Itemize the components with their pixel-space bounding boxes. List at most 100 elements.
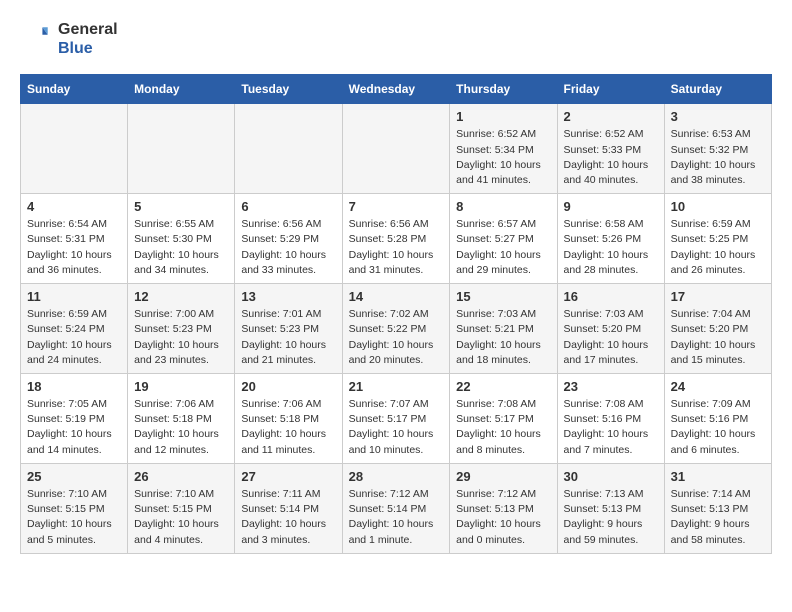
calendar-cell: 15 Sunrise: 7:03 AM Sunset: 5:21 PM Dayli… xyxy=(450,284,557,374)
header-wednesday: Wednesday xyxy=(342,75,450,104)
calendar-cell xyxy=(21,104,128,194)
logo: General Blue xyxy=(20,20,118,58)
calendar-cell: 16 Sunrise: 7:03 AM Sunset: 5:20 PM Dayli… xyxy=(557,284,664,374)
header-thursday: Thursday xyxy=(450,75,557,104)
day-info: Sunrise: 7:07 AM Sunset: 5:17 PM Dayligh… xyxy=(349,397,444,458)
logo-general: General xyxy=(58,20,118,39)
calendar-cell: 7 Sunrise: 6:56 AM Sunset: 5:28 PM Daylig… xyxy=(342,194,450,284)
calendar-week-row: 1 Sunrise: 6:52 AM Sunset: 5:34 PM Daylig… xyxy=(21,104,772,194)
day-number: 6 xyxy=(241,199,335,214)
day-info: Sunrise: 6:58 AM Sunset: 5:26 PM Dayligh… xyxy=(564,217,658,278)
calendar-cell: 14Sunrise: 7:02 AM Sunset: 5:22 PM Dayli… xyxy=(342,284,450,374)
day-number: 13 xyxy=(241,289,335,304)
calendar-cell: 3 Sunrise: 6:53 AM Sunset: 5:32 PM Daylig… xyxy=(664,104,771,194)
calendar-cell: 26Sunrise: 7:10 AM Sunset: 5:15 PM Dayli… xyxy=(128,463,235,553)
header-saturday: Saturday xyxy=(664,75,771,104)
calendar-cell: 19 Sunrise: 7:06 AM Sunset: 5:18 PM Dayli… xyxy=(128,374,235,464)
day-number: 17 xyxy=(671,289,765,304)
calendar-cell: 24 Sunrise: 7:09 AM Sunset: 5:16 PM Dayli… xyxy=(664,374,771,464)
calendar-cell: 22 Sunrise: 7:08 AM Sunset: 5:17 PM Dayli… xyxy=(450,374,557,464)
calendar-cell: 28Sunrise: 7:12 AM Sunset: 5:14 PM Dayli… xyxy=(342,463,450,553)
calendar-cell: 27 Sunrise: 7:11 AM Sunset: 5:14 PM Dayli… xyxy=(235,463,342,553)
day-info: Sunrise: 6:52 AM Sunset: 5:33 PM Dayligh… xyxy=(564,127,658,188)
calendar-cell: 11Sunrise: 6:59 AM Sunset: 5:24 PM Dayli… xyxy=(21,284,128,374)
day-info: Sunrise: 7:06 AM Sunset: 5:18 PM Dayligh… xyxy=(241,397,335,458)
header-monday: Monday xyxy=(128,75,235,104)
calendar-cell: 10Sunrise: 6:59 AM Sunset: 5:25 PM Dayli… xyxy=(664,194,771,284)
day-number: 23 xyxy=(564,379,658,394)
day-number: 29 xyxy=(456,469,550,484)
calendar-cell: 30 Sunrise: 7:13 AM Sunset: 5:13 PM Dayli… xyxy=(557,463,664,553)
day-info: Sunrise: 6:52 AM Sunset: 5:34 PM Dayligh… xyxy=(456,127,550,188)
day-number: 5 xyxy=(134,199,228,214)
day-number: 3 xyxy=(671,109,765,124)
calendar-week-row: 11Sunrise: 6:59 AM Sunset: 5:24 PM Dayli… xyxy=(21,284,772,374)
calendar-cell: 8 Sunrise: 6:57 AM Sunset: 5:27 PM Daylig… xyxy=(450,194,557,284)
day-number: 30 xyxy=(564,469,658,484)
calendar-cell: 12Sunrise: 7:00 AM Sunset: 5:23 PM Dayli… xyxy=(128,284,235,374)
day-info: Sunrise: 7:03 AM Sunset: 5:21 PM Dayligh… xyxy=(456,307,550,368)
day-number: 1 xyxy=(456,109,550,124)
day-number: 31 xyxy=(671,469,765,484)
day-number: 21 xyxy=(349,379,444,394)
day-number: 16 xyxy=(564,289,658,304)
day-number: 22 xyxy=(456,379,550,394)
day-info: Sunrise: 7:09 AM Sunset: 5:16 PM Dayligh… xyxy=(671,397,765,458)
day-info: Sunrise: 7:08 AM Sunset: 5:17 PM Dayligh… xyxy=(456,397,550,458)
day-info: Sunrise: 6:56 AM Sunset: 5:28 PM Dayligh… xyxy=(349,217,444,278)
day-number: 12 xyxy=(134,289,228,304)
calendar-cell: 21 Sunrise: 7:07 AM Sunset: 5:17 PM Dayli… xyxy=(342,374,450,464)
calendar-cell: 23 Sunrise: 7:08 AM Sunset: 5:16 PM Dayli… xyxy=(557,374,664,464)
day-info: Sunrise: 7:06 AM Sunset: 5:18 PM Dayligh… xyxy=(134,397,228,458)
calendar-cell: 17 Sunrise: 7:04 AM Sunset: 5:20 PM Dayli… xyxy=(664,284,771,374)
day-number: 18 xyxy=(27,379,121,394)
calendar-week-row: 25 Sunrise: 7:10 AM Sunset: 5:15 PM Dayli… xyxy=(21,463,772,553)
header-friday: Friday xyxy=(557,75,664,104)
calendar-cell: 20 Sunrise: 7:06 AM Sunset: 5:18 PM Dayli… xyxy=(235,374,342,464)
logo-svg xyxy=(20,23,52,55)
calendar-cell: 18 Sunrise: 7:05 AM Sunset: 5:19 PM Dayli… xyxy=(21,374,128,464)
day-number: 15 xyxy=(456,289,550,304)
day-info: Sunrise: 7:13 AM Sunset: 5:13 PM Dayligh… xyxy=(564,487,658,548)
day-info: Sunrise: 7:04 AM Sunset: 5:20 PM Dayligh… xyxy=(671,307,765,368)
calendar-cell: 31 Sunrise: 7:14 AM Sunset: 5:13 PM Dayli… xyxy=(664,463,771,553)
calendar-header-row: SundayMondayTuesdayWednesdayThursdayFrid… xyxy=(21,75,772,104)
header-tuesday: Tuesday xyxy=(235,75,342,104)
day-info: Sunrise: 6:57 AM Sunset: 5:27 PM Dayligh… xyxy=(456,217,550,278)
calendar-cell: 6Sunrise: 6:56 AM Sunset: 5:29 PM Daylig… xyxy=(235,194,342,284)
day-info: Sunrise: 7:14 AM Sunset: 5:13 PM Dayligh… xyxy=(671,487,765,548)
calendar-cell: 2 Sunrise: 6:52 AM Sunset: 5:33 PM Daylig… xyxy=(557,104,664,194)
day-number: 26 xyxy=(134,469,228,484)
day-number: 14 xyxy=(349,289,444,304)
day-info: Sunrise: 7:08 AM Sunset: 5:16 PM Dayligh… xyxy=(564,397,658,458)
header-sunday: Sunday xyxy=(21,75,128,104)
day-info: Sunrise: 7:12 AM Sunset: 5:14 PM Dayligh… xyxy=(349,487,444,548)
day-number: 8 xyxy=(456,199,550,214)
day-number: 4 xyxy=(27,199,121,214)
day-info: Sunrise: 6:59 AM Sunset: 5:25 PM Dayligh… xyxy=(671,217,765,278)
day-info: Sunrise: 6:53 AM Sunset: 5:32 PM Dayligh… xyxy=(671,127,765,188)
day-info: Sunrise: 7:03 AM Sunset: 5:20 PM Dayligh… xyxy=(564,307,658,368)
calendar-cell: 25 Sunrise: 7:10 AM Sunset: 5:15 PM Dayli… xyxy=(21,463,128,553)
day-number: 9 xyxy=(564,199,658,214)
calendar-week-row: 4 Sunrise: 6:54 AM Sunset: 5:31 PM Daylig… xyxy=(21,194,772,284)
calendar-cell xyxy=(342,104,450,194)
calendar-cell: 13 Sunrise: 7:01 AM Sunset: 5:23 PM Dayli… xyxy=(235,284,342,374)
day-number: 27 xyxy=(241,469,335,484)
day-info: Sunrise: 7:01 AM Sunset: 5:23 PM Dayligh… xyxy=(241,307,335,368)
calendar-cell xyxy=(235,104,342,194)
day-number: 20 xyxy=(241,379,335,394)
day-number: 25 xyxy=(27,469,121,484)
day-number: 7 xyxy=(349,199,444,214)
day-info: Sunrise: 6:55 AM Sunset: 5:30 PM Dayligh… xyxy=(134,217,228,278)
day-number: 24 xyxy=(671,379,765,394)
calendar-table: SundayMondayTuesdayWednesdayThursdayFrid… xyxy=(20,74,772,553)
day-info: Sunrise: 7:05 AM Sunset: 5:19 PM Dayligh… xyxy=(27,397,121,458)
day-info: Sunrise: 7:11 AM Sunset: 5:14 PM Dayligh… xyxy=(241,487,335,548)
day-info: Sunrise: 7:10 AM Sunset: 5:15 PM Dayligh… xyxy=(27,487,121,548)
logo-blue: Blue xyxy=(58,39,118,58)
day-number: 19 xyxy=(134,379,228,394)
calendar-cell: 1 Sunrise: 6:52 AM Sunset: 5:34 PM Daylig… xyxy=(450,104,557,194)
day-info: Sunrise: 6:54 AM Sunset: 5:31 PM Dayligh… xyxy=(27,217,121,278)
day-number: 2 xyxy=(564,109,658,124)
